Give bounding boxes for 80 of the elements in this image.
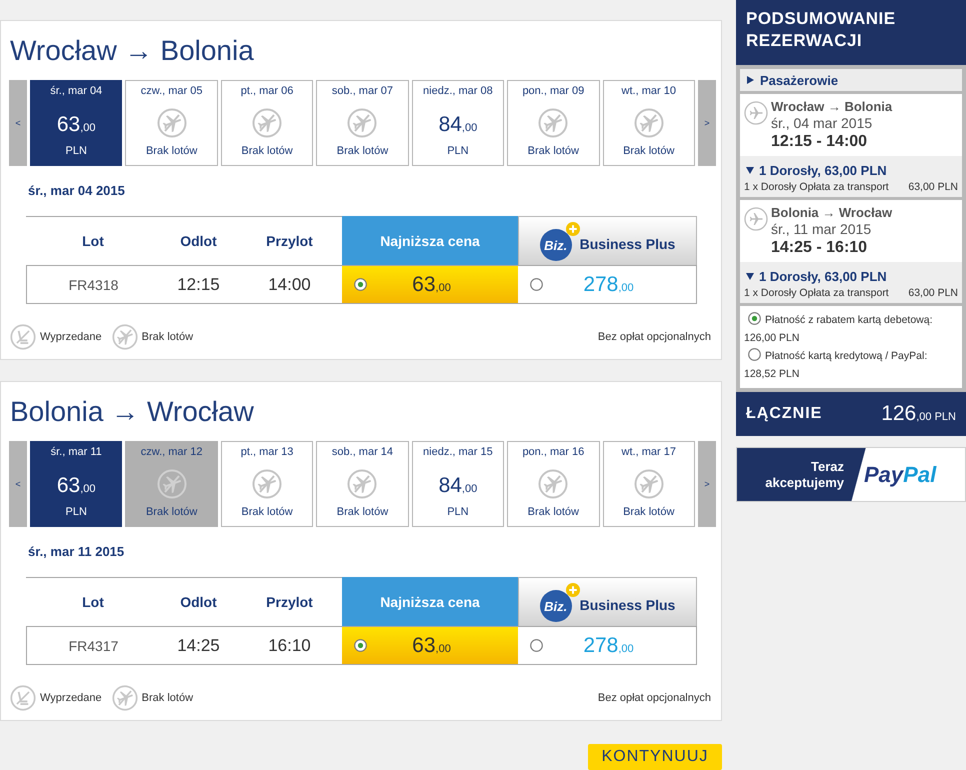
- payment-option[interactable]: Płatność z rabatem kartą debetową: 126,00 PLN: [744, 311, 958, 347]
- crossed-plane-icon: [112, 324, 138, 350]
- crossed-plane-icon: [112, 685, 138, 711]
- crossed-plane-icon: [156, 108, 187, 138]
- table-cell-text: 14:00: [267, 274, 312, 296]
- date-heading: śr., mar 04 2015: [28, 184, 126, 198]
- table-cell-text: 12:15: [176, 274, 221, 296]
- date-heading: śr., mar 11 2015: [28, 545, 126, 559]
- date-tab[interactable]: sob., mar 14 Brak lotów: [316, 441, 409, 527]
- fare-option[interactable]: 63,00: [342, 266, 518, 303]
- date-tab[interactable]: pon., mar 09 Brak lotów: [507, 80, 600, 166]
- plane-icon: [744, 207, 768, 231]
- biz-badge: Biz.: [540, 229, 572, 261]
- fee-amount: 63,00 PLN: [908, 180, 958, 194]
- flight-times: 14:25 - 16:10: [771, 238, 868, 258]
- biz-badge: Biz.: [540, 590, 572, 622]
- continue-button[interactable]: KONTYNUUJ: [588, 744, 722, 770]
- total-label: ŁĄCZNIE: [746, 405, 822, 423]
- crossed-plane-icon: [634, 469, 664, 499]
- date-tab[interactable]: czw., mar 05 Brak lotów: [125, 80, 218, 166]
- fees-note: Bez opłat opcjonalnych: [598, 331, 711, 343]
- fare-toggle[interactable]: 1 Dorosły, 63,00 PLN: [744, 160, 889, 180]
- flight-times: 12:15 - 14:00: [771, 132, 868, 152]
- crossed-plane-icon: [347, 108, 378, 138]
- legend-label: Brak lotów: [142, 331, 194, 343]
- table-cell-text: FR4318: [68, 276, 120, 294]
- column-label: Business Plus: [580, 597, 676, 613]
- fare-option[interactable]: 63,00: [342, 627, 518, 664]
- fare-toggle[interactable]: 1 Dorosły, 63,00 PLN: [744, 266, 889, 286]
- date-tab[interactable]: pon., mar 16 Brak lotów: [507, 441, 600, 527]
- fees-note: Bez opłat opcjonalnych: [598, 692, 711, 704]
- date-tab[interactable]: sob., mar 07 Brak lotów: [316, 80, 409, 166]
- date-tab[interactable]: pt., mar 06 Brak lotów: [220, 80, 314, 166]
- date-tab[interactable]: pt., mar 13 Brak lotów: [220, 441, 314, 527]
- date-tab[interactable]: śr., mar 04 63,00 PLN: [30, 80, 122, 166]
- next-dates-button[interactable]: >: [698, 80, 716, 166]
- date-tab[interactable]: niedz., mar 08 84,00 PLN: [412, 80, 504, 166]
- date-tab[interactable]: wt., mar 17 Brak lotów: [602, 441, 695, 527]
- table-cell-text: 14:25: [176, 634, 221, 656]
- total-amount: 126,00 PLN: [881, 402, 956, 426]
- sold-out-icon: [10, 685, 36, 711]
- date-tab[interactable]: śr., mar 11 63,00 PLN: [30, 441, 122, 527]
- crossed-plane-icon: [252, 469, 282, 499]
- crossed-plane-icon: [252, 108, 282, 138]
- date-tab[interactable]: wt., mar 10 Brak lotów: [602, 80, 695, 166]
- column-label: Business Plus: [580, 236, 676, 252]
- sold-out-icon: [10, 324, 36, 350]
- plus-icon: [566, 583, 580, 597]
- table-cell-text: FR4317: [68, 636, 120, 656]
- next-dates-button[interactable]: >: [698, 441, 716, 527]
- route-label: Bolonia → Wrocław: [771, 205, 892, 221]
- legend-label: Wyprzedane: [40, 692, 102, 704]
- legend-label: Wyprzedane: [40, 331, 102, 343]
- crossed-plane-icon: [538, 469, 568, 499]
- column-header: Najniższa cena: [342, 216, 518, 265]
- fee-description: 1 x Dorosły Opłata za transport: [744, 286, 889, 300]
- banner-text: Teraz akceptujemy: [764, 458, 844, 490]
- previous-dates-button[interactable]: <: [9, 80, 27, 166]
- column-header: Najniższa cena: [342, 577, 518, 626]
- flight-date: śr., 04 mar 2015: [771, 115, 874, 132]
- crossed-plane-icon: [634, 108, 664, 138]
- route-title: Wrocław → Bolonia: [9, 34, 255, 68]
- payment-option[interactable]: Płatność kartą kredytową / PayPal: 128,52 PLN: [744, 347, 958, 383]
- crossed-plane-icon: [156, 469, 187, 499]
- route-label: Wrocław → Bolonia: [771, 99, 892, 115]
- crossed-plane-icon: [538, 108, 568, 138]
- plus-icon: [566, 222, 580, 236]
- crossed-plane-icon: [347, 469, 378, 499]
- flight-date: śr., 11 mar 2015: [771, 221, 872, 238]
- table-cell-text: 16:10: [267, 634, 312, 656]
- fee-amount: 63,00 PLN: [908, 286, 958, 300]
- legend-label: Brak lotów: [142, 692, 194, 704]
- fee-description: 1 x Dorosły Opłata za transport: [744, 180, 889, 194]
- previous-dates-button[interactable]: <: [9, 441, 27, 527]
- route-title: Bolonia → Wrocław: [9, 395, 255, 429]
- passengers-toggle[interactable]: Pasażerowie: [740, 69, 962, 91]
- date-tab[interactable]: niedz., mar 15 84,00 PLN: [412, 441, 504, 527]
- plane-icon: [744, 101, 768, 125]
- paypal-logo: PayPal: [864, 462, 936, 488]
- summary-title: PODSUMOWANIE REZERWACJI: [736, 0, 966, 65]
